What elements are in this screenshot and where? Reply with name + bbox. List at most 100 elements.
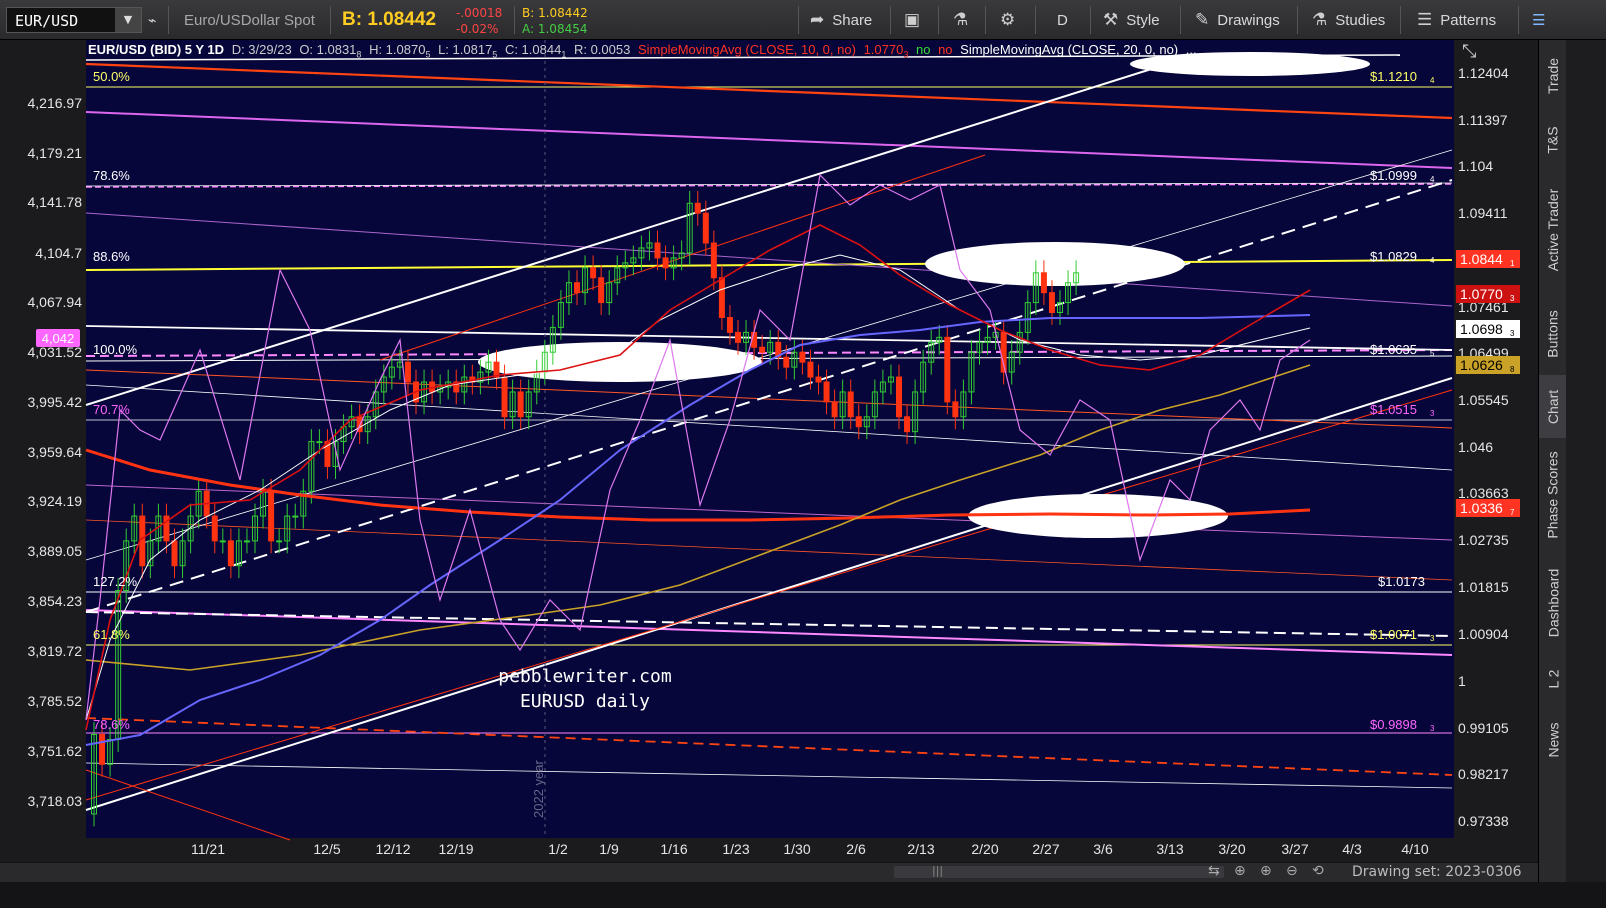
gear-icon: ⚙ [1000,10,1016,29]
header-range: R: 0.0053 [573,42,631,57]
pencil-icon: ✎ [1195,10,1210,29]
symbol-input[interactable]: EUR/USD ▼ [6,7,142,33]
link-icon[interactable]: ⌁ [148,0,156,40]
side-tab-active-trader[interactable]: Active Trader [1539,168,1567,292]
candle-down [171,540,178,567]
horizontal-scrollbar[interactable] [894,866,1224,878]
chart-area[interactable]: 50.0% $1.1210 4 78.6% $1.0999 4 88.6% $1.0829 4 1… [0,40,1538,862]
right-axis-tick: 1.02735 [1458,532,1509,548]
patterns-label: Patterns [1440,11,1497,29]
left-price-badge-text: 4,042 [42,331,75,346]
scroll-grip-icon: ||| [932,864,944,877]
x-axis-tick: 2/20 [971,841,998,857]
candle-down [662,257,669,269]
fib-price-sub: 4 [1430,256,1435,265]
right-axis-tick: 0.98217 [1458,766,1509,782]
header-date: D: 3/29/23 [231,42,292,57]
left-axis-tick: 4,067.94 [28,294,83,310]
menu-icon[interactable]: ☰ [1532,0,1545,40]
left-axis-tick: 3,959.64 [28,444,83,460]
share-icon: ➦ [810,10,825,29]
x-axis-tick: 2/13 [907,841,934,857]
fib-percent-label: 100.0% [93,342,138,357]
period-button[interactable]: D [1057,0,1068,40]
studies-button[interactable]: ⚗ Studies [1312,0,1385,40]
fib-percent-label: 127.2% [93,574,138,589]
chart-title: EUR/USD (BID) 5 Y 1D [88,42,225,57]
side-tab-news[interactable]: News [1539,705,1567,775]
crosshair-icon[interactable]: ⊕ [1234,863,1246,879]
flask-button[interactable]: ⚗ [953,0,976,40]
fib-percent-label: 78.6% [93,168,130,183]
toolbar: EUR/USD ▼ ⌁ Euro/USDollar Spot B: 1.0844… [0,0,1606,40]
x-axis-tick: 1/16 [660,841,687,857]
symbol-description: Euro/USDollar Spot [184,11,315,29]
side-tab-label: Trade [1545,57,1561,95]
year-marker-label: 2022 year [531,760,546,818]
settings-button[interactable]: ⚙ [1000,0,1023,40]
side-tab-l-2[interactable]: L 2 [1539,653,1567,705]
patterns-icon: ☰ [1417,10,1433,29]
candle-down [735,331,741,343]
price-chart[interactable]: 50.0% $1.1210 4 78.6% $1.0999 4 88.6% $1.0829 4 1… [0,40,1538,862]
x-axis-tick: 3/6 [1093,841,1113,857]
fib-percent-label: 50.0% [93,69,130,84]
bottom-toolbar: ||| ⇆ ⊕ ⊕ ⊖ ⟲ Drawing set: 2023-0306 [0,862,1538,883]
candle-down [847,391,854,418]
side-tab-label: Buttons [1545,309,1562,358]
fib-price-label: $1.0173 [1378,574,1425,589]
candle-up [292,515,299,518]
right-axis-tick: 1.05545 [1458,392,1509,408]
far-right-panel [1566,40,1606,882]
sma10-label[interactable]: SimpleMovingAvg (CLOSE, 10, 0, no) [638,42,856,57]
layout-icon: ▣ [904,10,921,29]
price-change: -.00018 [456,6,503,20]
patterns-button[interactable]: ☰ Patterns [1417,0,1496,40]
studies-label: Studies [1335,11,1386,29]
fib-percent-label: 78.6% [93,717,130,732]
side-tab-trade[interactable]: Trade [1539,40,1567,112]
candle-down [726,316,733,333]
chevron-down-icon[interactable]: ▼ [115,8,141,32]
price-change-pct: -0.02% [456,22,499,36]
candle-down [783,356,790,368]
right-axis-tick: 1.03663 [1458,485,1509,501]
left-axis-tick: 4,216.97 [28,95,83,111]
candle-down [831,401,838,418]
style-button[interactable]: ⚒ Style [1103,0,1160,40]
right-axis-tick: 1.104 [1458,158,1493,174]
candle-down [99,734,106,765]
more-ellipsis[interactable]: ... [1186,42,1197,57]
candle-down [227,540,234,567]
fib-percent-label: 70.7% [93,402,130,417]
fib-price-sub: 3 [1430,724,1435,733]
drawing-set-label[interactable]: Drawing set: 2023-0306 [1352,864,1522,880]
candle-down [759,346,766,353]
candle-down [702,212,709,244]
highlight-ellipse [478,342,762,382]
right-price-badge-text: 1.0626 [1460,357,1503,373]
share-button[interactable]: ➦ Share [810,0,872,40]
side-tab-phase-scores[interactable]: Phase Scores [1539,438,1567,552]
axis-scale-icon: ⤡ [1462,41,1476,62]
side-tab-t-s[interactable]: T&S [1539,112,1567,168]
fib-price-sub: 5 [1430,349,1435,358]
side-tab-dashboard[interactable]: Dashboard [1539,552,1567,653]
pan-icon[interactable]: ⇆ [1208,863,1220,879]
side-tab-buttons[interactable]: Buttons [1539,292,1567,375]
x-axis-tick: 1/9 [599,841,619,857]
left-axis-tick: 3,854.23 [28,593,83,609]
left-axis-tick: 4,179.21 [28,145,83,161]
share-label: Share [832,11,873,29]
zoom-in-icon[interactable]: ⊕ [1260,863,1272,879]
drawings-button[interactable]: ✎ Drawings [1195,0,1280,40]
candle-down [654,242,661,259]
sma20-label[interactable]: SimpleMovingAvg (CLOSE, 20, 0, no) [960,42,1178,57]
header-low: L: 1.0817 [438,42,493,57]
candle-down [823,381,830,403]
reset-icon[interactable]: ⟲ [1312,863,1324,879]
side-tab-chart[interactable]: Chart [1539,375,1567,438]
zoom-out-icon[interactable]: ⊖ [1286,863,1298,879]
layout-button[interactable]: ▣ [904,0,928,40]
side-tab-label: Phase Scores [1545,451,1562,539]
